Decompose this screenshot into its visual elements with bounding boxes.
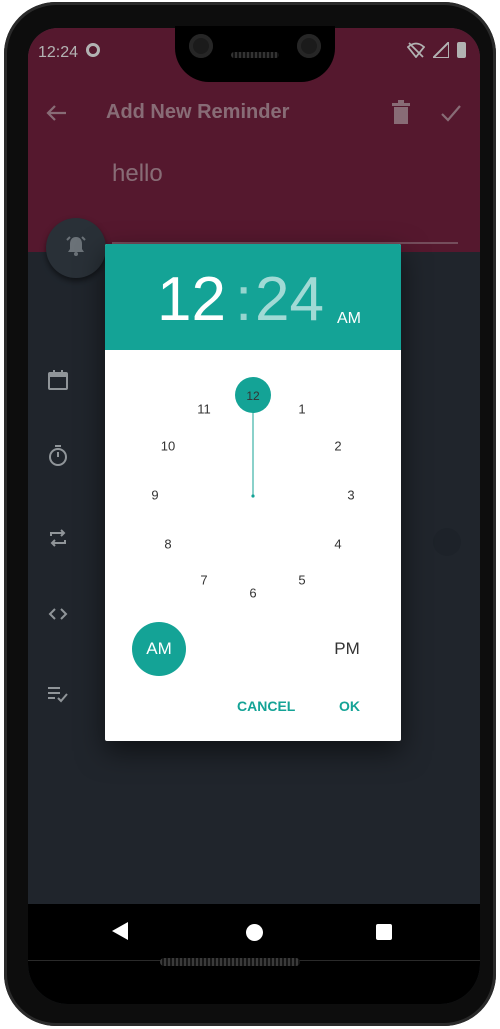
- screen: 12:24 Add New Reminder hello 12: 24 AM …: [28, 28, 480, 1004]
- clock-number-8[interactable]: 8: [164, 537, 171, 552]
- navigation-bar: [28, 904, 480, 1004]
- selected-hour[interactable]: 12: [157, 264, 226, 335]
- clock-number-12[interactable]: 12: [246, 389, 259, 403]
- front-camera-icon: [189, 34, 213, 58]
- time-separator: :: [235, 265, 253, 334]
- back-triangle-icon[interactable]: [112, 922, 128, 940]
- selected-period: AM: [337, 310, 361, 327]
- selected-minute[interactable]: 24: [255, 264, 324, 335]
- time-picker-header: 12 : 24 AM: [105, 244, 401, 350]
- display-notch: [175, 26, 335, 82]
- clock-number-3[interactable]: 3: [347, 488, 354, 503]
- clock-number-2[interactable]: 2: [334, 439, 341, 454]
- clock-number-6[interactable]: 6: [249, 586, 256, 601]
- clock-number-5[interactable]: 5: [298, 573, 305, 588]
- recents-square-icon[interactable]: [376, 924, 392, 940]
- clock-number-7[interactable]: 7: [200, 573, 207, 588]
- clock-face[interactable]: 12 1 2 3 4 5 6 7 8 9 10 11: [105, 350, 401, 620]
- pm-button[interactable]: PM: [320, 622, 374, 676]
- clock-number-10[interactable]: 10: [161, 439, 175, 454]
- clock-number-9[interactable]: 9: [151, 488, 158, 503]
- time-picker-dialog: 12 : 24 AM 12 1 2 3 4 5 6 7 8 9 10 11 AM…: [105, 244, 401, 741]
- clock-number-11[interactable]: 11: [197, 402, 211, 417]
- home-circle-icon[interactable]: [246, 924, 263, 941]
- cancel-button[interactable]: CANCEL: [237, 698, 295, 714]
- clock-number-1[interactable]: 1: [298, 402, 305, 417]
- ok-button[interactable]: OK: [339, 698, 360, 714]
- front-sensor-icon: [297, 34, 321, 58]
- earpiece-speaker: [231, 52, 279, 58]
- phone-frame: 12:24 Add New Reminder hello 12: 24 AM …: [4, 2, 496, 1026]
- am-button[interactable]: AM: [132, 622, 186, 676]
- clock-number-4[interactable]: 4: [334, 537, 341, 552]
- bottom-speaker-grille: [160, 958, 300, 966]
